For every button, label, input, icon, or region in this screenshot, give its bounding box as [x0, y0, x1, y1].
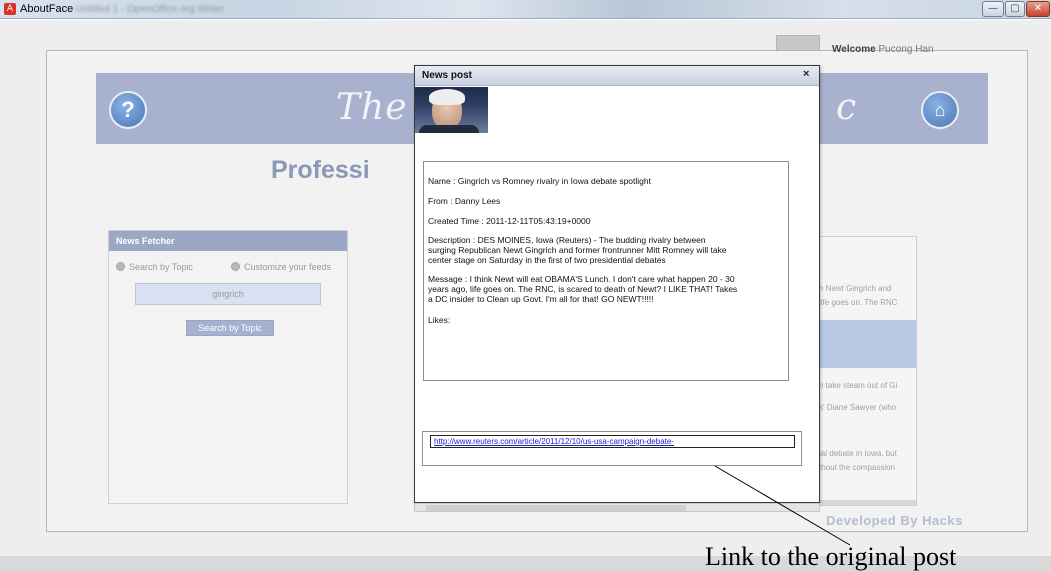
annotation-caption: Link to the original post — [705, 542, 957, 571]
screen: A AboutFace Untitled 1 - OpenOffice.org … — [0, 0, 1051, 572]
annotation-pointer-line — [714, 465, 851, 546]
